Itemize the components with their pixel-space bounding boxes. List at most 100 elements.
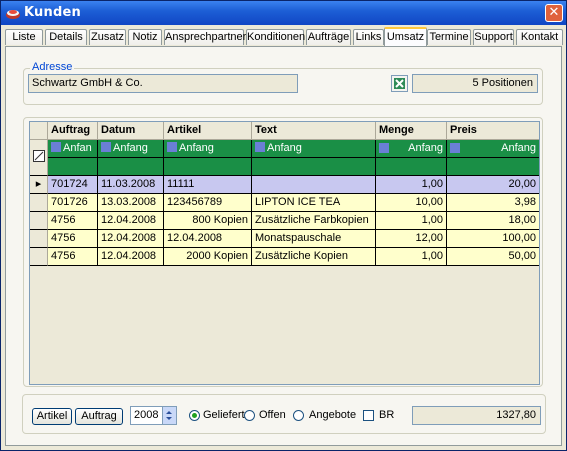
- cell-auftrag[interactable]: 701726: [48, 194, 98, 212]
- filter2-cell: [252, 158, 376, 176]
- cell-preis[interactable]: 100,00: [447, 230, 539, 248]
- year-spin-buttons[interactable]: [162, 407, 176, 424]
- cell-auftrag[interactable]: 4756: [48, 230, 98, 248]
- filter-icon: [450, 143, 460, 153]
- filter2-cell: [376, 158, 447, 176]
- title-bar: Kunden ✕: [1, 1, 566, 25]
- col-header-text[interactable]: Text: [252, 122, 376, 140]
- tab-termine[interactable]: Termine: [427, 29, 471, 45]
- address-field[interactable]: Schwartz GmbH & Co.: [28, 74, 298, 93]
- cell-datum[interactable]: 11.03.2008: [98, 176, 164, 194]
- cell-artikel[interactable]: 800 Kopien: [164, 212, 252, 230]
- tab-ansprechpartner[interactable]: Ansprechpartner: [164, 29, 246, 45]
- table-row[interactable]: 4756 12.04.2008 800 Kopien Zusätzliche F…: [30, 212, 539, 230]
- tab-konditionen[interactable]: Konditionen: [246, 29, 305, 45]
- cell-menge[interactable]: 1,00: [376, 212, 447, 230]
- tab-liste[interactable]: Liste: [5, 29, 43, 45]
- br-checkbox[interactable]: [363, 410, 374, 421]
- col-header-auftrag[interactable]: Auftrag: [48, 122, 98, 140]
- window-title: Kunden: [24, 5, 81, 20]
- filter-auftrag[interactable]: Anfan: [48, 140, 98, 158]
- cell-text[interactable]: [252, 176, 376, 194]
- sales-grid: Auftrag Datum Artikel Text Menge Preis A…: [29, 121, 540, 385]
- filter2-cell: [447, 158, 539, 176]
- radio-angebote[interactable]: [293, 410, 304, 421]
- tab-zusatz[interactable]: Zusatz: [89, 29, 126, 45]
- filter-preis[interactable]: Anfang: [447, 140, 539, 158]
- cell-artikel[interactable]: 11111: [164, 176, 252, 194]
- col-header-preis[interactable]: Preis: [447, 122, 539, 140]
- grid-corner: [30, 122, 48, 140]
- cell-auftrag[interactable]: 4756: [48, 212, 98, 230]
- cell-artikel[interactable]: 2000 Kopien: [164, 248, 252, 266]
- radio-angebote-label: Angebote: [309, 409, 357, 421]
- cell-preis[interactable]: 3,98: [447, 194, 539, 212]
- radio-geliefert-label: Geliefert: [203, 409, 245, 421]
- cell-menge[interactable]: 10,00: [376, 194, 447, 212]
- year-value: 2008: [134, 409, 159, 421]
- col-header-artikel[interactable]: Artikel: [164, 122, 252, 140]
- col-header-datum[interactable]: Datum: [98, 122, 164, 140]
- filter-menge[interactable]: Anfang: [376, 140, 447, 158]
- cell-menge[interactable]: 12,00: [376, 230, 447, 248]
- cell-datum[interactable]: 12.04.2008: [98, 248, 164, 266]
- artikel-button[interactable]: Artikel: [32, 408, 72, 425]
- tab-support[interactable]: Support: [473, 29, 514, 45]
- row-header: [30, 230, 48, 248]
- spin-arrows-icon: [166, 411, 172, 420]
- tab-strip: Liste Details Zusatz Notiz Ansprechpartn…: [5, 27, 563, 46]
- cell-menge[interactable]: 1,00: [376, 248, 447, 266]
- tab-umsatz[interactable]: Umsatz: [384, 27, 427, 46]
- tab-details[interactable]: Details: [45, 29, 87, 45]
- excel-export-button[interactable]: [391, 75, 408, 92]
- row-header: [30, 212, 48, 230]
- grid-filter-row-2: [30, 158, 539, 176]
- filter-artikel[interactable]: Anfang: [164, 140, 252, 158]
- app-icon: [6, 10, 20, 19]
- radio-geliefert[interactable]: [189, 410, 200, 421]
- tab-notiz[interactable]: Notiz: [128, 29, 162, 45]
- cell-artikel[interactable]: 123456789: [164, 194, 252, 212]
- filter2-cell: [98, 158, 164, 176]
- filter-icon: [255, 142, 265, 152]
- cell-datum[interactable]: 12.04.2008: [98, 230, 164, 248]
- table-row[interactable]: ▸ 701724 11.03.2008 11111 1,00 20,00: [30, 176, 539, 194]
- year-spinner[interactable]: 2008: [130, 406, 177, 425]
- filter-datum[interactable]: Anfang: [98, 140, 164, 158]
- tab-kontakt[interactable]: Kontakt: [516, 29, 563, 45]
- filter-icon: [101, 142, 111, 152]
- cell-menge[interactable]: 1,00: [376, 176, 447, 194]
- auftrag-button[interactable]: Auftrag: [75, 408, 123, 425]
- filter-text[interactable]: Anfang: [252, 140, 376, 158]
- positions-count: 5 Positionen: [412, 74, 538, 93]
- grid-filter-row: Anfan Anfang Anfang Anfang Anfang Anfang: [30, 140, 539, 176]
- row-indicator-icon: ▸: [30, 176, 48, 194]
- table-row[interactable]: 701726 13.03.2008 123456789 LIPTON ICE T…: [30, 194, 539, 212]
- cell-auftrag[interactable]: 701724: [48, 176, 98, 194]
- cell-artikel[interactable]: 12.04.2008: [164, 230, 252, 248]
- tab-auftraege[interactable]: Aufträge: [306, 29, 351, 45]
- total-field: 1327,80: [412, 406, 541, 425]
- table-row[interactable]: 4756 12.04.2008 2000 Kopien Zusätzliche …: [30, 248, 539, 266]
- kunden-window: Kunden ✕ Liste Details Zusatz Notiz Ansp…: [0, 0, 567, 451]
- cell-preis[interactable]: 50,00: [447, 248, 539, 266]
- cell-datum[interactable]: 13.03.2008: [98, 194, 164, 212]
- close-button[interactable]: ✕: [545, 4, 563, 22]
- br-checkbox-label: BR: [379, 409, 395, 421]
- cell-text[interactable]: Zusätzliche Farbkopien: [252, 212, 376, 230]
- table-row[interactable]: 4756 12.04.2008 12.04.2008 Monatspauscha…: [30, 230, 539, 248]
- cell-preis[interactable]: 20,00: [447, 176, 539, 194]
- excel-icon: [394, 78, 405, 89]
- cell-text[interactable]: Zusätzliche Kopien: [252, 248, 376, 266]
- filter2-cell: [48, 158, 98, 176]
- col-header-menge[interactable]: Menge: [376, 122, 447, 140]
- cell-text[interactable]: LIPTON ICE TEA: [252, 194, 376, 212]
- cell-datum[interactable]: 12.04.2008: [98, 212, 164, 230]
- radio-offen-label: Offen: [259, 409, 286, 421]
- cell-text[interactable]: Monatspauschale: [252, 230, 376, 248]
- cell-auftrag[interactable]: 4756: [48, 248, 98, 266]
- radio-offen[interactable]: [244, 410, 255, 421]
- cell-preis[interactable]: 18,00: [447, 212, 539, 230]
- tab-links[interactable]: Links: [353, 29, 384, 45]
- filter2-cell: [164, 158, 252, 176]
